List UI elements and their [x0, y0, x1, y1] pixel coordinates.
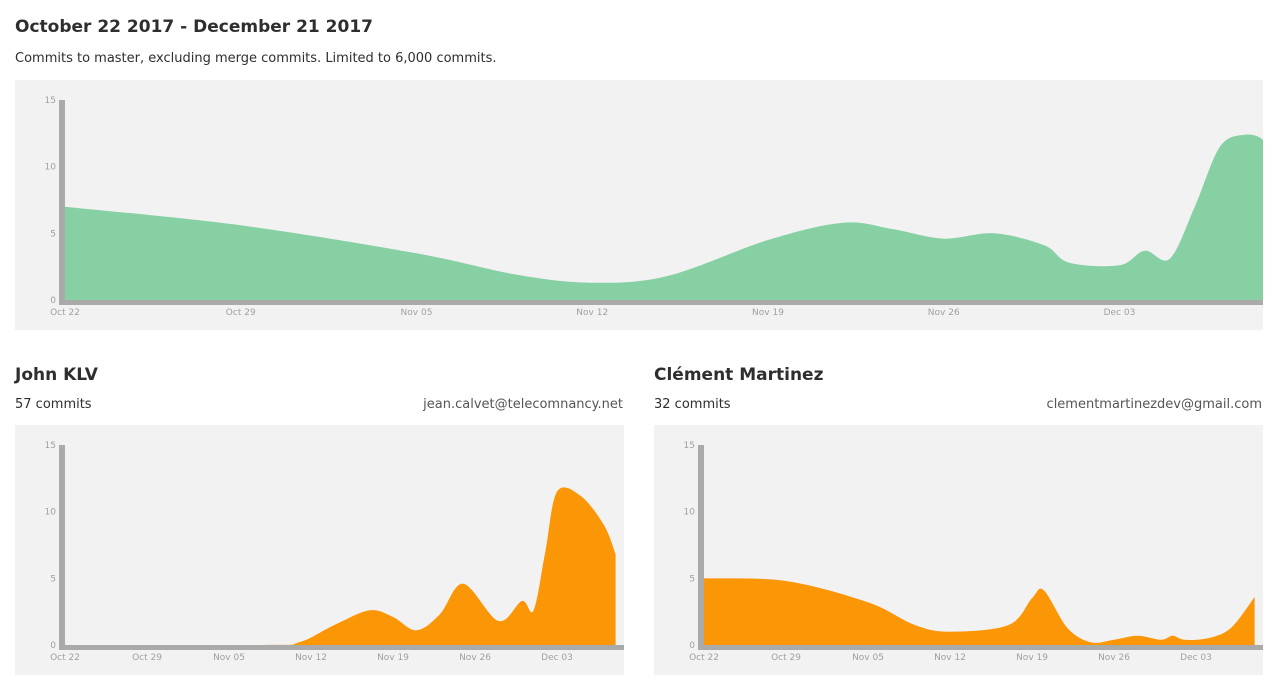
- y-tick-label: 0: [50, 641, 56, 651]
- y-tick-label: 10: [45, 508, 57, 518]
- x-tick-label: Nov 12: [934, 653, 966, 663]
- y-tick-label: 15: [684, 441, 695, 451]
- author-name: John KLV: [15, 365, 98, 385]
- y-tick-label: 5: [50, 229, 56, 239]
- x-tick-label: Oct 29: [132, 653, 162, 663]
- x-tick-label: Nov 05: [401, 308, 433, 318]
- x-tick-label: Oct 22: [689, 653, 719, 663]
- x-tick-label: Nov 19: [752, 308, 784, 318]
- author-commit-count: 32 commits: [654, 397, 731, 412]
- page-subtitle: Commits to master, excluding merge commi…: [15, 51, 497, 66]
- y-tick-label: 5: [689, 574, 695, 584]
- author-name: Clément Martinez: [654, 365, 824, 385]
- x-tick-label: Nov 26: [928, 308, 960, 318]
- x-tick-label: Oct 22: [50, 308, 80, 318]
- y-tick-label: 0: [50, 296, 56, 306]
- author-commits-chart-svg: 0 5 10 15 Oct 22 Oct 29 Nov 05 Nov 12 Nov 19 Nov …: [684, 441, 1263, 663]
- y-tick-label: 5: [50, 574, 56, 584]
- x-tick-label: Dec 03: [541, 653, 573, 663]
- x-axis-line: [698, 645, 1263, 650]
- y-tick-label: 0: [689, 641, 695, 651]
- author-commits-chart: 0 5 10 15 Oct 22 Oct 29 Nov 05 Nov 12 Nov 19 Nov …: [654, 425, 1263, 675]
- x-tick-label: Nov 05: [852, 653, 884, 663]
- y-tick-label: 15: [45, 96, 56, 106]
- overall-commits-chart-svg: 0 5 10 15 Oct 22 Oct 29 Nov 05 Nov 12 Nov 19 Nov …: [45, 96, 1263, 318]
- x-tick-label: Nov 26: [1098, 653, 1130, 663]
- author-email: clementmartinezdev@gmail.com: [1046, 397, 1262, 412]
- y-axis-line: [59, 445, 65, 650]
- y-axis-line: [59, 100, 65, 305]
- x-tick-label: Dec 03: [1180, 653, 1212, 663]
- x-tick-label: Nov 05: [213, 653, 245, 663]
- x-tick-label: Oct 22: [50, 653, 80, 663]
- author-commits-chart: 0 5 10 15 Oct 22 Oct 29 Nov 05 Nov 12 Nov 19 Nov …: [15, 425, 624, 675]
- commits-area-series: [65, 487, 616, 645]
- x-axis-line: [59, 300, 1263, 305]
- x-tick-label: Oct 29: [771, 653, 801, 663]
- author-commit-count: 57 commits: [15, 397, 92, 412]
- x-tick-label: Nov 12: [576, 308, 608, 318]
- y-axis-line: [698, 445, 704, 650]
- commits-area-series: [704, 578, 1255, 645]
- y-tick-label: 10: [684, 508, 696, 518]
- overall-commits-chart: 0 5 10 15 Oct 22 Oct 29 Nov 05 Nov 12 Nov 19 Nov …: [15, 80, 1263, 330]
- x-axis-line: [59, 645, 624, 650]
- author-email: jean.calvet@telecomnancy.net: [423, 397, 623, 412]
- x-tick-label: Nov 19: [377, 653, 409, 663]
- x-tick-label: Nov 12: [295, 653, 327, 663]
- commits-area-series: [65, 134, 1263, 300]
- x-tick-label: Nov 26: [459, 653, 491, 663]
- y-tick-label: 15: [45, 441, 56, 451]
- page-title: October 22 2017 - December 21 2017: [15, 17, 373, 37]
- x-tick-label: Dec 03: [1104, 308, 1136, 318]
- x-tick-label: Nov 19: [1016, 653, 1048, 663]
- y-tick-label: 10: [45, 163, 57, 173]
- author-commits-chart-svg: 0 5 10 15 Oct 22 Oct 29 Nov 05 Nov 12 Nov 19 Nov …: [45, 441, 624, 663]
- x-tick-label: Oct 29: [226, 308, 256, 318]
